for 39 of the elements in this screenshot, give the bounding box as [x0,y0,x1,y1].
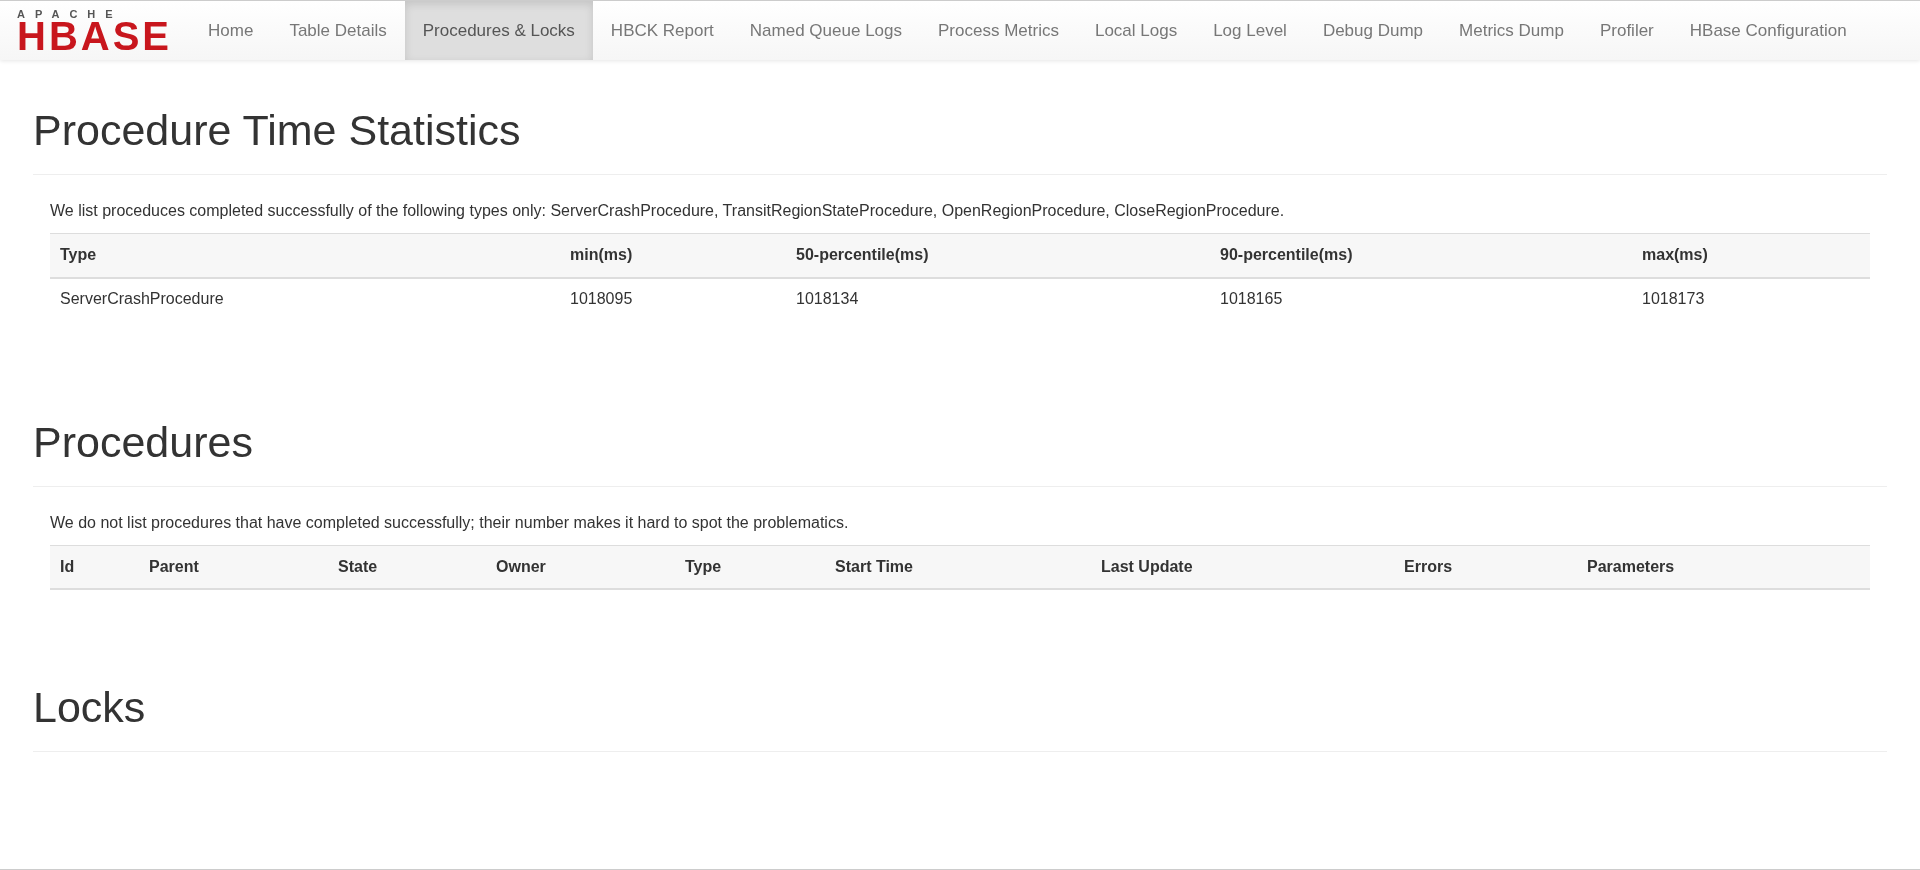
nav-tab[interactable]: Named Queue Logs [731,1,920,60]
column-header: 90-percentile(ms) [1210,233,1632,278]
section-heading: Procedure Time Statistics [33,104,1887,175]
column-header: min(ms) [560,233,786,278]
table-cell: 1018095 [560,277,786,320]
column-header: Type [675,545,825,589]
nav-tab[interactable]: Table Details [271,1,405,60]
nav-tab[interactable]: HBCK Report [592,1,732,60]
logo-subtitle: APACHE [17,9,124,20]
table-cell: 1018165 [1210,277,1632,320]
section-note: We do not list procedures that have completed successfully; their number makes it hard to spot the problematics. [50,512,850,533]
column-header: Start Time [825,545,1091,589]
table-cell: 1018173 [1632,277,1870,320]
column-header: 50-percentile(ms) [786,233,1210,278]
column-header: Parent [139,545,328,589]
nav-tab[interactable]: Metrics Dump [1441,1,1582,60]
section-note: We list proceduces completed successfully of the following types only: ServerCrashProcedure, TransitRegionStateProcedure, OpenRegionProcedure, CloseRegionProcedure. [50,201,1286,221]
column-header: Owner [486,545,675,589]
nav-tab[interactable]: HBase Configuration [1671,1,1865,60]
column-header: max(ms) [1632,233,1870,278]
nav-tab[interactable]: Process Metrics [920,1,1077,60]
column-header: Last Update [1091,545,1394,589]
section-heading: Locks [33,681,1887,752]
column-header: State [328,545,486,589]
section-heading: Procedures [33,415,1887,487]
nav-tab[interactable]: Debug Dump [1304,1,1442,60]
logo-title: HBASE [17,20,173,52]
column-header: Errors [1394,545,1577,589]
column-header: Id [50,545,139,589]
nav-tab[interactable]: Profiler [1581,1,1672,60]
table-cell: 1018134 [786,277,1210,320]
nav-tab[interactable]: Home [190,1,272,60]
table-cell: ServerCrashProcedure [50,277,560,320]
hbase-logo[interactable]: APACHE HBASE [17,1,173,60]
nav-tab[interactable]: Local Logs [1076,1,1196,60]
column-header: Parameters [1577,545,1870,589]
nav-tab[interactable]: Procedures & Locks [404,1,593,60]
column-header: Type [50,233,560,278]
nav-tab[interactable]: Log Level [1195,1,1305,60]
